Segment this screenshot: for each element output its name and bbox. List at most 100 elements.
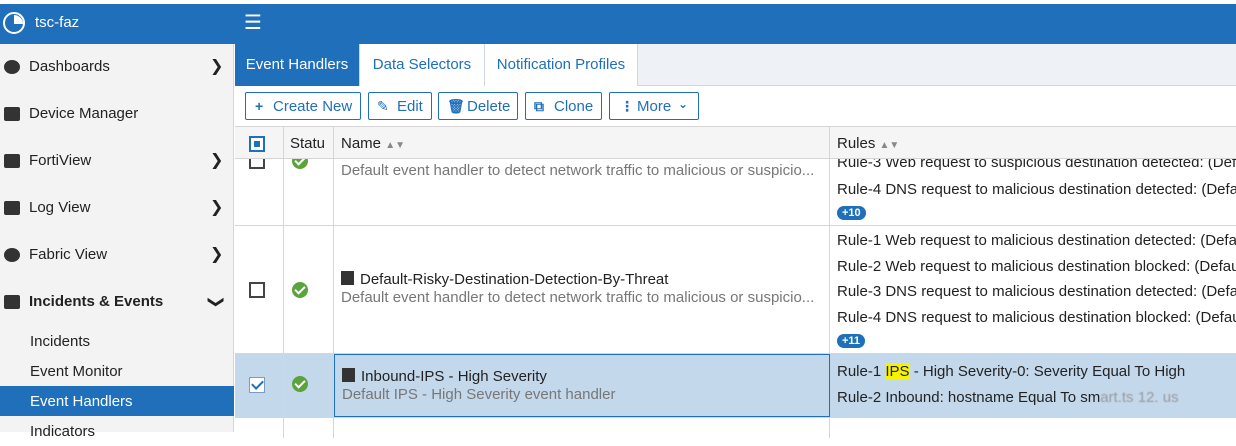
select-all-checkbox[interactable] (249, 136, 265, 152)
handler-description: Default IPS - High Severity event handle… (342, 386, 616, 403)
sidebar-item-fabric-view[interactable]: Fabric View ❯ (0, 232, 234, 278)
rule-text: Rule-2 Web request to malicious destinat… (837, 258, 1236, 275)
sidebar-item-log-view[interactable]: Log View ❯ (0, 185, 234, 231)
create-new-button[interactable]: + Create New (245, 92, 361, 120)
sidebar: Dashboards ❯ Device Manager FortiView ❯ … (0, 44, 234, 440)
rules-cell: Rule-1 IPS - High Severity-0: Severity E… (830, 354, 1236, 417)
redacted-text: art.ts 12. us (1100, 389, 1179, 406)
kebab-icon: ⋮ (620, 98, 634, 114)
select-all-cell (235, 127, 284, 160)
dashboard-icon (4, 60, 20, 74)
sidebar-subitem-indicators[interactable]: Indicators (0, 416, 234, 446)
column-header-status[interactable]: Statu (284, 127, 334, 160)
rules-cell (830, 418, 1236, 438)
chevron-right-icon: ❯ (210, 152, 224, 169)
rule-text: Rule-4 DNS request to malicious destinat… (837, 309, 1236, 326)
sort-icon: ▲▼ (879, 140, 900, 151)
create-new-label: Create New (273, 98, 353, 115)
more-label: More (637, 98, 672, 115)
device-manager-icon (4, 107, 20, 121)
status-cell (284, 226, 334, 353)
chevron-right-icon: ❯ (210, 199, 224, 216)
log-view-icon (4, 201, 20, 215)
more-rules-badge[interactable]: +10 (837, 206, 866, 220)
edit-button[interactable]: ✎ Edit (368, 92, 432, 120)
sidebar-subitem-label: Event Monitor (30, 363, 123, 380)
calendar-icon (342, 368, 355, 382)
sidebar-item-dashboards[interactable]: Dashboards ❯ (0, 44, 234, 90)
column-header-rules-label: Rules (837, 135, 876, 152)
column-header-name[interactable]: Name ▲▼ (334, 127, 830, 160)
handler-name-label: Default-Risky-Destination-Detection-By-T… (360, 271, 669, 288)
tab-notification-profiles[interactable]: Notification Profiles (485, 44, 638, 86)
sidebar-subitem-label: Incidents (30, 333, 91, 350)
column-header-status-label: Statu (290, 135, 326, 152)
table-row[interactable] (235, 418, 1236, 438)
table-row-selected[interactable]: Inbound-IPS - High Severity Default IPS … (235, 354, 1236, 418)
more-dropdown-button[interactable]: ⋮ More ⌄ (609, 92, 699, 120)
status-cell (284, 354, 334, 417)
plus-icon: + (255, 98, 264, 114)
row-checkbox[interactable] (249, 159, 265, 169)
enabled-status-icon (292, 159, 308, 169)
name-cell: Default-Risky-Destination-Detection-By-T… (334, 226, 830, 353)
sidebar-subitem-label: Event Handlers (30, 393, 133, 410)
rule-text: Rule-4 DNS request to malicious destinat… (837, 181, 1236, 198)
clone-button[interactable]: ⧉ Clone (525, 92, 602, 120)
sidebar-item-label: Fabric View (29, 246, 108, 263)
rules-cell: Rule-1 Web request to malicious destinat… (830, 226, 1236, 353)
name-cell: Default event handler to detect network … (334, 159, 830, 225)
checkbox-cell (235, 226, 284, 353)
edit-icon: ✎ (377, 98, 389, 114)
sidebar-subitem-event-monitor[interactable]: Event Monitor (0, 356, 234, 386)
column-header-name-label: Name (341, 135, 382, 152)
handler-name[interactable]: Inbound-IPS - High Severity (342, 368, 547, 385)
chevron-right-icon: ❯ (210, 58, 224, 75)
logo-icon (3, 12, 25, 34)
sidebar-item-fortiview[interactable]: FortiView ❯ (0, 138, 234, 184)
status-cell (284, 418, 334, 438)
sidebar-subitem-event-handlers[interactable]: Event Handlers (0, 386, 234, 416)
hamburger-menu-icon[interactable]: ☰ (244, 12, 262, 34)
rule-suffix: - High Severity-0: Severity Equal To Hig… (909, 363, 1186, 380)
sidebar-item-device-manager[interactable]: Device Manager (0, 91, 234, 137)
chevron-right-icon: ❯ (210, 246, 224, 263)
more-rules-badge[interactable]: +11 (837, 334, 866, 348)
checkbox-cell (235, 418, 284, 438)
sidebar-subitem-incidents[interactable]: Incidents (0, 326, 234, 356)
column-header-rules[interactable]: Rules ▲▼ (830, 127, 1236, 160)
handler-description: Default event handler to detect network … (341, 162, 815, 179)
chevron-down-icon: ❯ (207, 295, 225, 309)
rule-visible-text: Rule-2 Inbound: hostname Equal To sm (837, 389, 1101, 406)
chevron-down-icon: ⌄ (678, 97, 689, 111)
handler-name[interactable]: Default-Risky-Destination-Detection-By-T… (341, 271, 668, 288)
sidebar-item-label: Incidents & Events (29, 293, 164, 310)
checkbox-cell (235, 354, 284, 417)
trash-icon: 🗑 (447, 98, 465, 114)
sidebar-item-label: Dashboards (29, 58, 110, 75)
row-checkbox-checked[interactable] (249, 377, 265, 393)
tab-data-selectors[interactable]: Data Selectors (360, 44, 485, 86)
top-bar: tsc-faz ☰ (0, 4, 1236, 44)
table-row[interactable]: Default event handler to detect network … (235, 159, 1236, 226)
rules-cell: Rule-3 Web request to suspicious destina… (830, 159, 1236, 225)
rule-prefix: Rule-1 (837, 363, 886, 380)
table-row[interactable]: Default-Risky-Destination-Detection-By-T… (235, 226, 1236, 354)
clone-label: Clone (554, 98, 594, 115)
sidebar-item-incidents-events[interactable]: Incidents & Events ❯ (0, 279, 234, 325)
app-title: tsc-faz (35, 14, 80, 31)
fortiview-icon (4, 154, 20, 168)
checkbox-cell (235, 159, 284, 225)
sidebar-item-label: Device Manager (29, 105, 139, 122)
row-checkbox[interactable] (249, 282, 265, 298)
enabled-status-icon (292, 376, 308, 392)
calendar-icon (341, 271, 354, 285)
tab-event-handlers[interactable]: Event Handlers (235, 44, 360, 86)
sort-icon: ▲▼ (385, 140, 405, 151)
rule-text: Rule-1 IPS - High Severity-0: Severity E… (837, 363, 1185, 380)
delete-button[interactable]: 🗑 Delete (438, 92, 518, 120)
rule-text: Rule-3 Web request to suspicious destina… (837, 159, 1236, 171)
search-highlight: IPS (885, 363, 910, 380)
rule-text: Rule-1 Web request to malicious destinat… (837, 232, 1236, 249)
handler-name-label: Inbound-IPS - High Severity (361, 368, 547, 385)
